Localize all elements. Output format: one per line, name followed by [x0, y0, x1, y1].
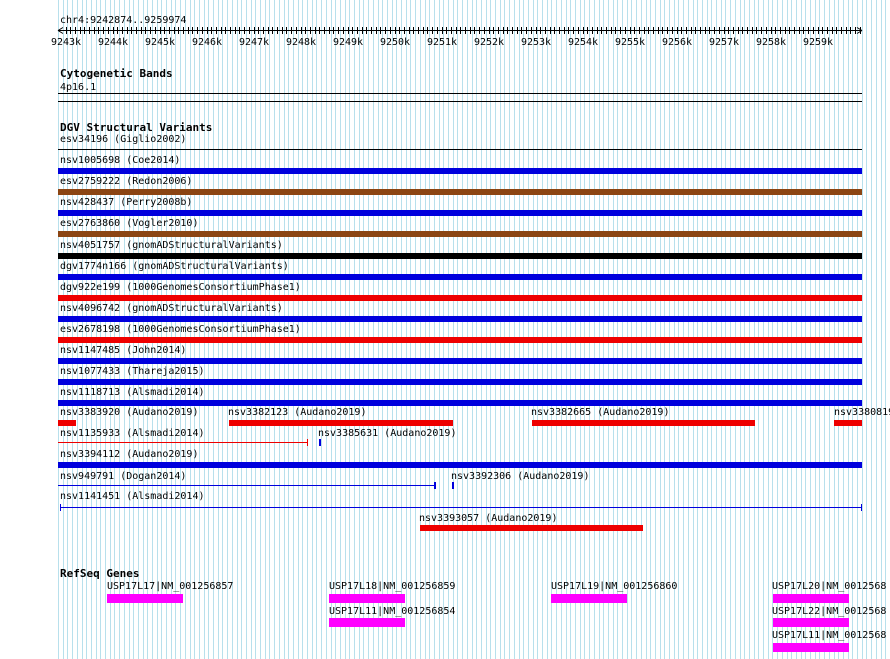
variant-bar[interactable]	[319, 439, 321, 446]
gene-label: USP17L19|NM_001256860	[551, 581, 678, 592]
variant-thin-bar[interactable]	[60, 507, 862, 508]
variant-end-tick	[861, 504, 862, 511]
variant-bar[interactable]	[58, 168, 862, 174]
variant-label: nsv1147485 (John2014)	[60, 345, 187, 356]
gene-bar[interactable]	[773, 643, 849, 652]
variant-label: nsv3382665 (Audano2019)	[531, 407, 670, 418]
ruler-tick-label: 9246k	[192, 37, 222, 48]
ruler-tick-label: 9259k	[803, 37, 833, 48]
ruler-tick-label: 9248k	[286, 37, 316, 48]
variant-end-tick	[434, 482, 436, 489]
ruler-tick-label: 9258k	[756, 37, 786, 48]
variant-label: nsv4096742 (gnomADStructuralVariants)	[60, 303, 283, 314]
variant-thin-bar[interactable]	[58, 442, 308, 443]
variant-end-tick	[307, 439, 308, 446]
variant-label: nsv1118713 (Alsmadi2014)	[60, 387, 205, 398]
variant-label: nsv428437 (Perry2008b)	[60, 197, 193, 208]
variant-label: esv2763860 (Vogler2010)	[60, 218, 199, 229]
ruler-tick-label: 9249k	[333, 37, 363, 48]
variant-label: nsv3383920 (Audano2019)	[60, 407, 199, 418]
variant-bar[interactable]	[58, 316, 862, 322]
gene-bar[interactable]	[329, 618, 405, 627]
gene-label: USP17L18|NM_001256859	[329, 581, 456, 592]
gene-label: USP17L11|NM_0012568	[772, 630, 887, 641]
ruler-tick-label: 9253k	[521, 37, 551, 48]
variant-bar[interactable]	[58, 379, 862, 385]
variant-label: esv2759222 (Redon2006)	[60, 176, 193, 187]
variant-label: nsv949791 (Dogan2014)	[60, 471, 187, 482]
variant-bar[interactable]	[58, 189, 862, 195]
variant-label: nsv3393057 (Audano2019)	[419, 513, 558, 524]
ruler-tick-label: 9244k	[98, 37, 128, 48]
gene-bar[interactable]	[773, 594, 849, 603]
variant-bar[interactable]	[58, 462, 862, 468]
variant-label: dgv922e199 (1000GenomesConsortiumPhase1)	[60, 282, 301, 293]
variant-label: nsv3382123 (Audano2019)	[228, 407, 367, 418]
gene-bar[interactable]	[773, 618, 849, 627]
ruler-tick-label: 9256k	[662, 37, 692, 48]
variant-label: dgv1774n166 (gnomADStructuralVariants)	[60, 261, 289, 272]
gene-label: USP17L11|NM_001256854	[329, 606, 456, 617]
variant-bar[interactable]	[58, 420, 76, 426]
variant-bar[interactable]	[58, 295, 862, 301]
variant-bar[interactable]	[58, 337, 862, 343]
variant-label: nsv4051757 (gnomADStructuralVariants)	[60, 240, 283, 251]
track-title-dgv: DGV Structural Variants	[60, 121, 213, 134]
ruler-tick-label: 9247k	[239, 37, 269, 48]
variant-label: nsv1141451 (Alsmadi2014)	[60, 491, 205, 502]
gene-bar[interactable]	[107, 594, 183, 603]
gene-bar[interactable]	[551, 594, 627, 603]
variant-label: nsv3392306 (Audano2019)	[451, 471, 590, 482]
variant-label: nsv1135933 (Alsmadi2014)	[60, 428, 205, 439]
track-title-cytobands: Cytogenetic Bands	[60, 67, 173, 80]
ruler-tick-label: 9245k	[145, 37, 175, 48]
variant-thin-bar[interactable]	[58, 485, 435, 486]
ruler-tick-label: 9252k	[474, 37, 504, 48]
track-title-refseq: RefSeq Genes	[60, 567, 140, 580]
variant-label: esv2678198 (1000GenomesConsortiumPhase1)	[60, 324, 301, 335]
variant-bar[interactable]	[532, 420, 755, 426]
variant-label: esv34196 (Giglio2002)	[60, 134, 187, 145]
variant-bar[interactable]	[58, 358, 862, 364]
gene-label: USP17L20|NM_0012568	[772, 581, 887, 592]
ruler-tick-label: 9243k	[51, 37, 81, 48]
variant-bar[interactable]	[58, 210, 862, 216]
gene-label: USP17L17|NM_001256857	[107, 581, 234, 592]
cytoband-bar[interactable]	[58, 93, 862, 94]
ruler-tick-label: 9251k	[427, 37, 457, 48]
variant-label: nsv3385631 (Audano2019)	[318, 428, 457, 439]
ruler-tick-label: 9250k	[380, 37, 410, 48]
ruler-tick-label: 9255k	[615, 37, 645, 48]
variant-bar[interactable]	[834, 420, 862, 426]
variant-end-tick	[60, 504, 61, 511]
variant-bar[interactable]	[58, 400, 862, 406]
variant-bar[interactable]	[452, 482, 454, 489]
gene-label: USP17L22|NM_0012568	[772, 606, 887, 617]
variant-label: nsv1005698 (Coe2014)	[60, 155, 181, 166]
variant-bar[interactable]	[58, 231, 862, 237]
variant-bar[interactable]	[229, 420, 453, 426]
variant-label: nsv3394112 (Audano2019)	[60, 449, 199, 460]
track-divider	[58, 101, 862, 102]
cytoband-label: 4p16.1	[60, 82, 97, 93]
variant-bar[interactable]	[420, 525, 643, 531]
gene-bar[interactable]	[329, 594, 405, 603]
ruler-tick-label: 9254k	[568, 37, 598, 48]
variant-bar[interactable]	[58, 274, 862, 280]
variant-bar[interactable]	[58, 149, 862, 150]
variant-bar[interactable]	[58, 253, 862, 259]
coordinate-ruler[interactable]: 9243k 9244k 9245k 9246k 9247k 9248k 9249k 9250k…	[0, 0, 890, 60]
variant-label: nsv33808191	[834, 407, 890, 418]
variant-label: nsv1077433 (Thareja2015)	[60, 366, 205, 377]
ruler-tick-label: 9257k	[709, 37, 739, 48]
